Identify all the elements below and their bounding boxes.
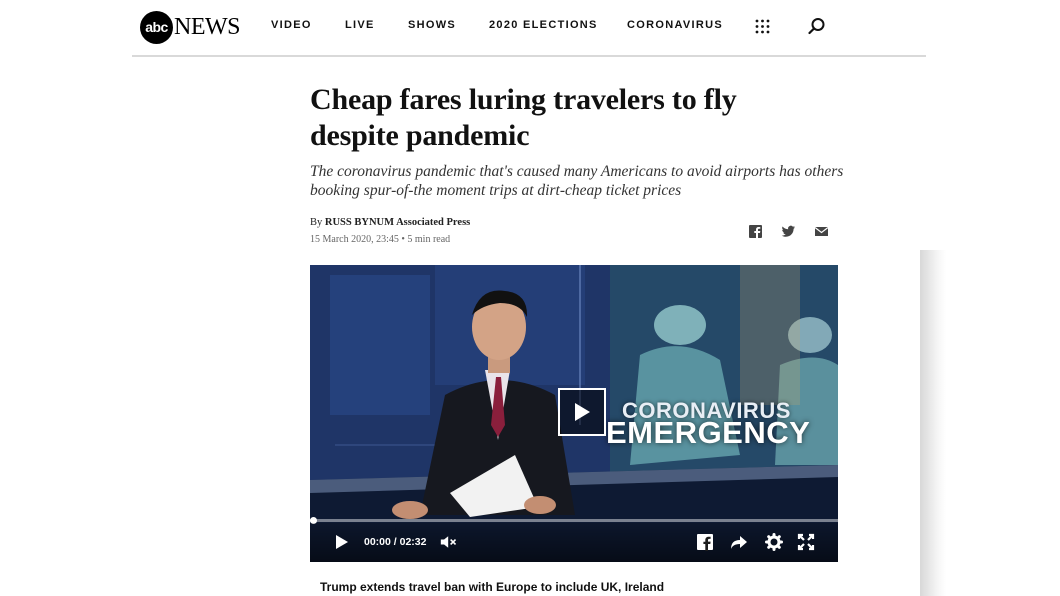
video-player[interactable]: CORONAVIRUS EMERGENCY 00:00 / 02:32 xyxy=(310,265,838,562)
logo-word: NEWS xyxy=(174,14,241,40)
mute-icon[interactable] xyxy=(440,533,458,551)
page-shadow xyxy=(920,250,946,596)
nav-item-video[interactable]: VIDEO xyxy=(271,19,312,31)
dateline: 15 March 2020, 23:45 • 5 min read xyxy=(310,234,450,245)
article-dek: The coronavirus pandemic that's caused m… xyxy=(310,163,844,199)
settings-icon[interactable] xyxy=(765,533,783,551)
play-icon xyxy=(575,403,590,421)
publish-date: 15 March 2020, 23:45 xyxy=(310,234,399,245)
abc-news-logo[interactable]: abc NEWS xyxy=(140,10,241,44)
nav-item-live[interactable]: LIVE xyxy=(345,19,375,31)
logo-mark: abc xyxy=(140,10,173,44)
twitter-icon[interactable] xyxy=(781,224,796,239)
video-overlay-subtitle: EMERGENCY xyxy=(606,415,811,450)
author-link[interactable]: RUSS BYNUM Associated Press xyxy=(325,217,470,228)
byline-prefix: By xyxy=(310,217,323,228)
site-header: abc NEWS VIDEO LIVE SHOWS 2020 ELECTIONS… xyxy=(132,0,926,56)
nav-item-coronavirus[interactable]: CORONAVIRUS xyxy=(627,19,723,31)
share-icon[interactable] xyxy=(730,533,748,551)
header-divider xyxy=(132,55,926,57)
read-time: • 5 min read xyxy=(401,234,451,245)
progress-bar[interactable] xyxy=(310,517,838,524)
center-play-button[interactable] xyxy=(558,388,606,436)
search-icon[interactable] xyxy=(808,17,826,35)
nav-item-shows[interactable]: SHOWS xyxy=(408,19,456,31)
play-icon[interactable] xyxy=(332,533,350,551)
article-headline: Cheap fares luring travelers to fly desp… xyxy=(310,83,737,152)
video-time: 00:00 / 02:32 xyxy=(364,536,427,548)
video-caption: Trump extends travel ban with Europe to … xyxy=(320,580,665,594)
byline: By RUSS BYNUM Associated Press xyxy=(310,217,470,228)
fullscreen-icon[interactable] xyxy=(797,533,815,551)
video-controls: 00:00 / 02:32 xyxy=(310,523,838,562)
nav-item-2020-elections[interactable]: 2020 ELECTIONS xyxy=(489,19,598,31)
email-icon[interactable] xyxy=(814,224,829,239)
facebook-icon[interactable] xyxy=(748,224,763,239)
facebook-icon[interactable] xyxy=(696,533,714,551)
grid-menu-icon[interactable] xyxy=(755,19,770,34)
